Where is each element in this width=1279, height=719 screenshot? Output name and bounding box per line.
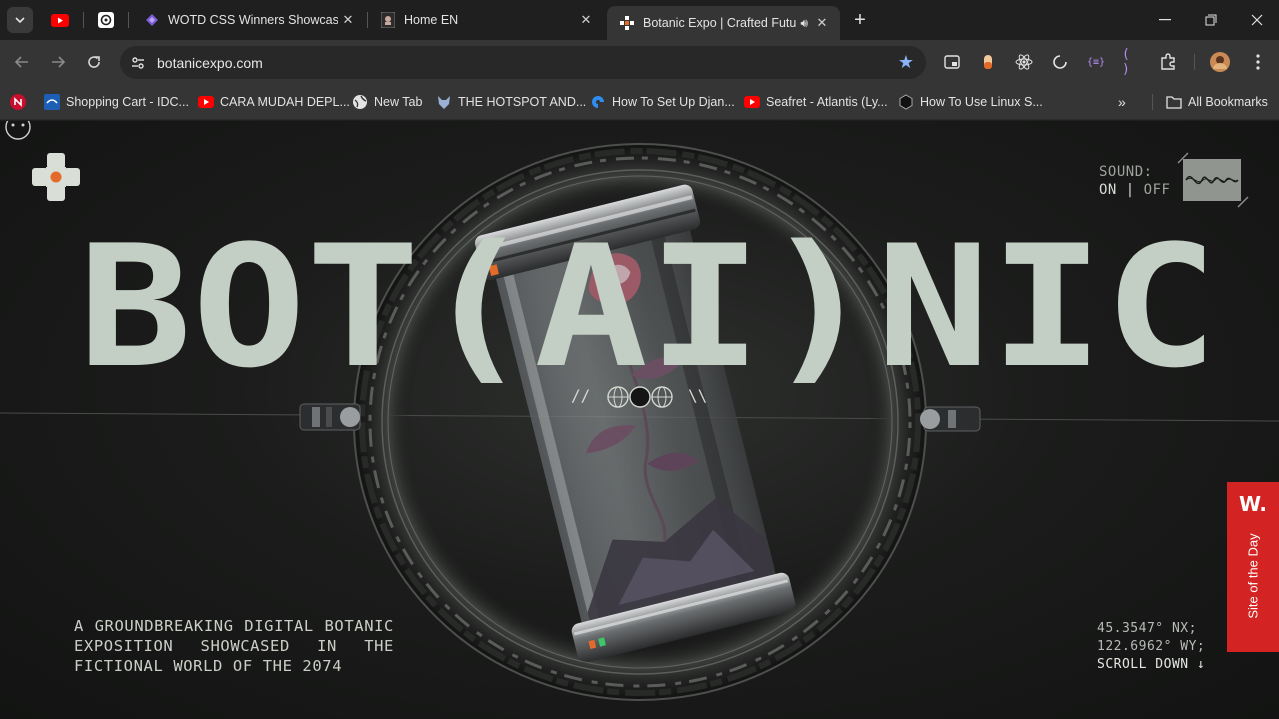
picture-in-picture-icon[interactable] [942, 52, 962, 72]
toolbar-separator [1194, 54, 1195, 70]
tab-botanic-expo[interactable]: Botanic Expo | Crafted Futur 🔊︎ ✕ [607, 6, 840, 40]
youtube-icon [744, 94, 760, 110]
new-tab-button[interactable]: + [848, 8, 872, 32]
bookmark-label: How To Use Linux S... [920, 95, 1043, 109]
extension-orange-icon[interactable] [978, 52, 998, 72]
bookmark-label: New Tab [374, 95, 423, 109]
sound-toggle: SOUND: ON | OFF [1099, 163, 1170, 199]
hero-title-text: BOT(AI)NIC [78, 233, 1218, 383]
close-window-icon[interactable] [1243, 6, 1271, 34]
openai-icon [98, 12, 114, 28]
tagline: A GROUNDBREAKING DIGITAL BOTANIC EXPOSIT… [74, 617, 394, 675]
sound-wave-icon[interactable] [1176, 151, 1250, 209]
site-of-the-day-badge[interactable]: W. Site of the Day [1227, 482, 1279, 652]
coordinates: 45.3547° NX; 122.6962° WY; SCROLL DOWN ↓ [1097, 620, 1205, 674]
sound-on-button[interactable]: ON [1099, 182, 1117, 198]
hex-icon [898, 94, 914, 110]
loading-extension-icon[interactable] [1050, 52, 1070, 72]
avatar[interactable] [1210, 52, 1230, 72]
bookmark-hotspot[interactable]: THE HOTSPOT AND... [436, 92, 586, 112]
page-icon [380, 12, 396, 28]
bookmark-label: Seafret - Atlantis (Ly... [766, 95, 888, 109]
youtube-icon [51, 13, 69, 27]
close-icon[interactable]: ✕ [576, 10, 596, 30]
all-bookmarks-button[interactable]: All Bookmarks [1166, 92, 1268, 112]
sound-off-button[interactable]: OFF [1144, 182, 1171, 198]
extensions-puzzle-icon[interactable] [1158, 52, 1178, 72]
site-of-the-day-label: Site of the Day [1245, 533, 1261, 619]
bookmark-label: How To Set Up Djan... [612, 95, 735, 109]
folder-icon [1166, 94, 1182, 110]
tab-title: WOTD CSS Winners Showcase - [168, 13, 338, 27]
pinned-tab-openai[interactable] [94, 8, 118, 32]
bookmark-label: CARA MUDAH DEPL... [220, 95, 350, 109]
back-arrow-icon[interactable] [10, 50, 34, 74]
digitalocean-icon [590, 94, 606, 110]
reload-icon[interactable] [82, 50, 106, 74]
n-icon [10, 94, 26, 110]
bookmark-star-icon[interactable]: ★ [898, 52, 914, 73]
tab-title: Botanic Expo | Crafted Futur [643, 16, 797, 30]
bookmark-label: THE HOTSPOT AND... [458, 95, 587, 109]
restore-icon[interactable] [1197, 6, 1225, 34]
wotd-icon [144, 12, 160, 28]
menu-kebab-icon[interactable] [1248, 52, 1268, 72]
youtube-icon [198, 94, 214, 110]
latitude-text: 45.3547° NX; [1097, 621, 1197, 636]
speaker-icon[interactable]: 🔊︎ [800, 16, 808, 31]
cart-icon [44, 94, 60, 110]
hero-title: BOT(AI)NIC [78, 233, 1218, 383]
bookmark-shopping-cart[interactable]: Shopping Cart - IDC... [44, 92, 189, 112]
bookmark-n[interactable] [10, 92, 32, 112]
fox-icon [436, 94, 452, 110]
globe-icon [352, 94, 368, 110]
botanic-logo-icon[interactable] [30, 151, 82, 203]
react-devtools-icon[interactable] [1014, 52, 1034, 72]
address-bar[interactable]: botanicexpo.com ★ [120, 46, 926, 79]
close-icon[interactable]: ✕ [338, 10, 358, 30]
tab-home-en[interactable]: Home EN ✕ [368, 6, 604, 34]
bookmark-seafret[interactable]: Seafret - Atlantis (Ly... [744, 92, 888, 112]
tab-search-button[interactable] [7, 7, 33, 33]
center-right-marks: \\ [688, 386, 708, 405]
botanic-icon [619, 15, 635, 31]
sound-separator: | [1125, 182, 1135, 198]
bookmark-new-tab[interactable]: New Tab [352, 92, 422, 112]
more-bookmarks-chevron-icon[interactable]: » [1118, 92, 1126, 112]
bookmark-django[interactable]: How To Set Up Djan... [590, 92, 735, 112]
bookmark-label: Shopping Cart - IDC... [66, 95, 189, 109]
minimize-icon[interactable] [1151, 6, 1179, 34]
bookmark-linux[interactable]: How To Use Linux S... [898, 92, 1043, 112]
awwwards-logo: W. [1238, 492, 1268, 516]
site-info-icon[interactable] [129, 54, 147, 72]
globe-dots-icon [607, 386, 673, 408]
tab-title: Home EN [404, 13, 459, 27]
bookmarks-separator [1152, 94, 1153, 110]
all-bookmarks-label: All Bookmarks [1188, 95, 1268, 109]
close-icon[interactable]: ✕ [812, 13, 832, 33]
json-viewer-icon[interactable]: {≡} [1086, 52, 1106, 72]
tab-separator [128, 12, 129, 28]
tab-wotd[interactable]: WOTD CSS Winners Showcase - ✕ [132, 6, 366, 34]
bookmarks-bar: Shopping Cart - IDC... CARA MUDAH DEPL..… [0, 84, 1279, 120]
tab-bar: WOTD CSS Winners Showcase - ✕ Home EN ✕ … [0, 0, 1279, 40]
cursor-icon[interactable] [2, 121, 38, 147]
url-text: botanicexpo.com [157, 55, 263, 71]
brackets-extension-icon[interactable]: ( ) [1122, 47, 1142, 77]
forward-arrow-icon[interactable] [46, 50, 70, 74]
browser-toolbar: botanicexpo.com ★ {≡} ( ) [0, 40, 1279, 84]
right-axis-pin [920, 406, 981, 432]
pinned-tab-youtube[interactable] [48, 8, 72, 32]
sound-label: SOUND: [1099, 164, 1153, 180]
longitude-text: 122.6962° WY; [1097, 639, 1206, 654]
left-axis-pin [299, 403, 361, 431]
chevron-down-icon [15, 17, 25, 24]
bookmark-cara-mudah[interactable]: CARA MUDAH DEPL... [198, 92, 350, 112]
scroll-down-link[interactable]: SCROLL DOWN ↓ [1097, 656, 1205, 674]
center-left-marks: // [571, 386, 591, 405]
tab-separator [83, 12, 84, 28]
botanic-expo-page: BOT(AI)NIC // \\ SOUND: ON | OFF A GROUN… [0, 121, 1279, 719]
